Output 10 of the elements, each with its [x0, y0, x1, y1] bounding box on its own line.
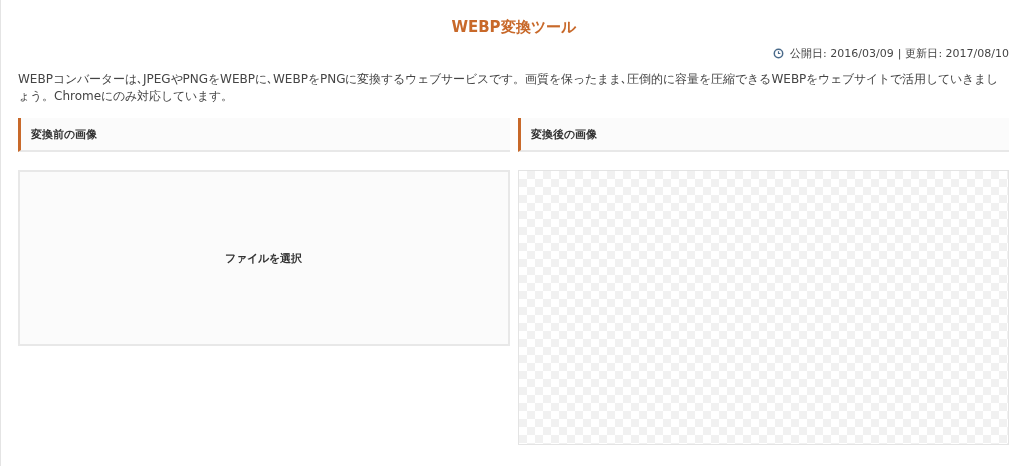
page-title: WEBP変換ツール	[450, 17, 577, 38]
date-separator: |	[897, 47, 902, 60]
section-heading: 変換前の画像	[18, 118, 510, 152]
updated-date: 更新日: 2017/08/10	[905, 46, 1009, 61]
upload-area[interactable]: ファイルを選択	[18, 170, 510, 346]
clock-icon	[773, 48, 785, 59]
section-heading: 変換後の画像	[517, 118, 1009, 152]
description-text: WEBPコンバーターは､JPEGやPNGをWEBPに､WEBPをPNGに変換するウェブサービスです。画質を保ったまま､圧倒的に容量を圧縮できるWEBPをウェブサイトで活用していきましょう。Chromeにのみ対応しています。	[18, 71, 1000, 105]
published-date: 公開日: 2016/03/09	[790, 46, 894, 61]
file-select-button[interactable]: ファイルを選択	[225, 250, 303, 266]
